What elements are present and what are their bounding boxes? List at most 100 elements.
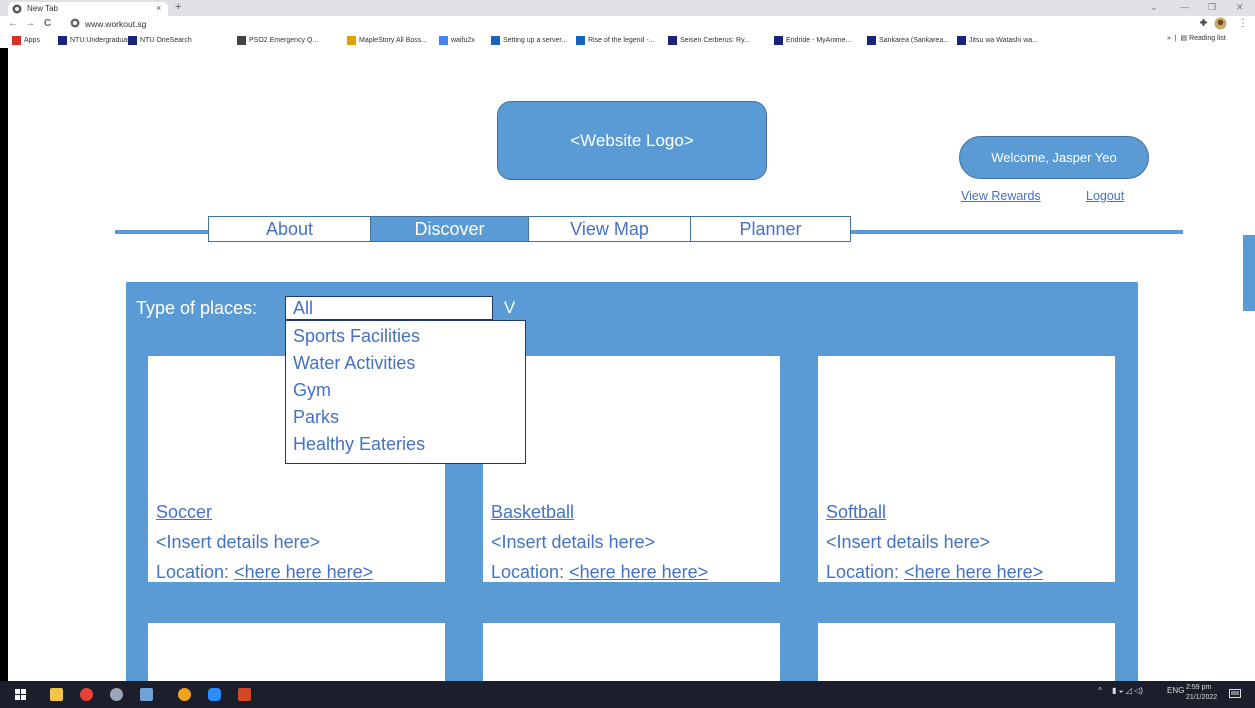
bookmark-item[interactable]: NTU OneSearch <box>128 34 192 46</box>
bookmark-label: waifu2x <box>451 36 475 44</box>
clock-date[interactable]: 21/1/2022 <box>1186 694 1217 701</box>
browser-menu-icon[interactable]: ⋮ <box>1238 18 1248 29</box>
bookmark-item[interactable]: Seisen Cerberus: Ry... <box>668 34 750 46</box>
location-label: Location: <box>826 562 905 582</box>
bookmark-item[interactable]: Setting up a server... <box>491 34 567 46</box>
back-icon[interactable]: ← <box>8 18 18 29</box>
card-location: Location: <here here here> <box>491 562 708 583</box>
location-link[interactable]: <here here here> <box>904 562 1043 582</box>
reload-icon[interactable]: C <box>44 18 51 29</box>
powerpoint-icon[interactable] <box>238 688 251 701</box>
tray-overflow-icon[interactable]: ^ <box>1098 686 1102 695</box>
app-taskbar-icon[interactable] <box>140 688 153 701</box>
windows-start-icon[interactable] <box>15 689 26 700</box>
bookmark-label: PSO2 Emergency Q... <box>249 36 319 44</box>
browser-tab-strip <box>0 0 1255 16</box>
option-water-activities[interactable]: Water Activities <box>293 353 415 374</box>
nav-planner[interactable]: Planner <box>691 217 850 241</box>
option-healthy-eateries[interactable]: Healthy Eateries <box>293 434 425 455</box>
bookmark-item[interactable]: Endride - MyAnime... <box>774 34 851 46</box>
select-value: All <box>293 298 314 318</box>
nav-about[interactable]: About <box>209 217 371 241</box>
nav-rule-left <box>115 230 209 234</box>
chrome-taskbar-icon[interactable] <box>178 688 191 701</box>
card-title[interactable]: Softball <box>826 502 886 523</box>
extensions-icon[interactable] <box>1198 18 1209 29</box>
bookmark-label: Rise of the legend -... <box>588 36 655 44</box>
nav-view-map[interactable]: View Map <box>529 217 691 241</box>
close-window-icon[interactable]: ✕ <box>1236 2 1244 13</box>
bookmark-item[interactable]: MapleStory All Boss... <box>347 34 427 46</box>
bookmark-item[interactable]: Sankarea (Sankarea... <box>867 34 949 46</box>
option-gym[interactable]: Gym <box>293 380 331 401</box>
address-bar <box>0 16 1255 33</box>
tab-title: New Tab <box>27 4 58 13</box>
card-title[interactable]: Soccer <box>156 502 212 523</box>
place-type-select[interactable]: All V <box>285 296 526 320</box>
bookmark-favicon-icon <box>576 35 585 45</box>
place-card-basketball[interactable]: Basketball <Insert details here> Locatio… <box>483 356 780 582</box>
browser-tab[interactable]: New Tab × <box>8 2 168 16</box>
logout-link[interactable]: Logout <box>1086 189 1124 203</box>
bookmark-item[interactable]: Jitsu wa Watashi wa... <box>957 34 1038 46</box>
bookmark-favicon-icon <box>668 35 677 45</box>
window-left-border <box>0 48 8 681</box>
card-title[interactable]: Basketball <box>491 502 574 523</box>
card-details: <Insert details here> <box>491 532 656 552</box>
bookmark-favicon-icon <box>774 35 783 45</box>
location-link[interactable]: <here here here> <box>234 562 373 582</box>
profile-avatar-icon[interactable] <box>1214 17 1227 30</box>
type-of-places-label: Type of places: <box>136 298 258 318</box>
nav-rule-right <box>851 230 1183 234</box>
notifications-icon[interactable] <box>1229 689 1241 700</box>
option-parks[interactable]: Parks <box>293 407 339 428</box>
place-card[interactable] <box>148 623 445 681</box>
reading-list-button[interactable]: » | ▤ Reading list <box>1167 34 1226 42</box>
new-tab-button[interactable]: + <box>175 1 181 13</box>
forward-icon[interactable]: → <box>25 18 35 29</box>
minimize-icon[interactable]: — <box>1180 2 1189 12</box>
welcome-badge: Welcome, Jasper Yeo <box>959 136 1149 179</box>
url-field[interactable]: www.workout.sg <box>85 19 146 29</box>
option-sports-facilities[interactable]: Sports Facilities <box>293 326 420 347</box>
file-explorer-icon[interactable] <box>50 688 63 701</box>
bookmark-favicon-icon <box>347 35 356 45</box>
bookmark-label: NTU OneSearch <box>140 36 192 44</box>
bookmark-item[interactable]: NTU:Undergraduat... <box>58 34 135 46</box>
place-card[interactable] <box>818 623 1115 681</box>
chrome-taskbar-icon[interactable] <box>80 688 93 701</box>
language-indicator[interactable]: ENG <box>1167 686 1184 695</box>
nav-discover[interactable]: Discover <box>371 217 529 241</box>
restore-icon[interactable]: ❐ <box>1208 2 1216 13</box>
location-link[interactable]: <here here here> <box>569 562 708 582</box>
site-info-icon[interactable] <box>70 18 80 28</box>
tab-close-icon[interactable]: × <box>156 3 161 13</box>
reading-list-label: Reading list <box>1189 35 1226 42</box>
bookmark-favicon-icon <box>957 35 966 45</box>
app-taskbar-icon[interactable] <box>110 688 123 701</box>
clock-time[interactable]: 2:59 pm <box>1186 684 1211 691</box>
bookmark-label: Jitsu wa Watashi wa... <box>969 36 1038 44</box>
more-bookmarks-icon[interactable]: » <box>1167 35 1171 42</box>
chrome-icon <box>12 4 22 14</box>
place-card-softball[interactable]: Softball <Insert details here> Location:… <box>818 356 1115 582</box>
bookmark-favicon-icon <box>491 35 500 45</box>
bookmark-favicon-icon <box>58 35 67 45</box>
apps-grid-icon <box>12 35 21 45</box>
tab-search-icon[interactable]: ⌄ <box>1150 2 1158 13</box>
bookmark-item[interactable]: PSO2 Emergency Q... <box>237 34 318 46</box>
bookmark-label: Endride - MyAnime... <box>786 36 852 44</box>
view-rewards-link[interactable]: View Rewards <box>961 189 1041 203</box>
page-scroll-handle[interactable] <box>1243 235 1255 311</box>
bookmark-favicon-icon <box>867 35 876 45</box>
bookmark-item[interactable]: Rise of the legend -... <box>576 34 655 46</box>
website-logo: <Website Logo> <box>497 101 767 180</box>
bookmark-label: MapleStory All Boss... <box>359 36 428 44</box>
tray-icons[interactable]: ▮ ◒ ◿ ◁) <box>1112 686 1143 695</box>
place-card[interactable] <box>483 623 780 681</box>
bookmark-item[interactable]: waifu2x <box>439 34 475 46</box>
dropdown-arrow-icon[interactable]: V <box>492 296 526 320</box>
zoom-icon[interactable] <box>208 688 221 701</box>
apps-shortcut[interactable]: Apps <box>12 34 40 46</box>
bookmark-label: Setting up a server... <box>503 36 568 44</box>
